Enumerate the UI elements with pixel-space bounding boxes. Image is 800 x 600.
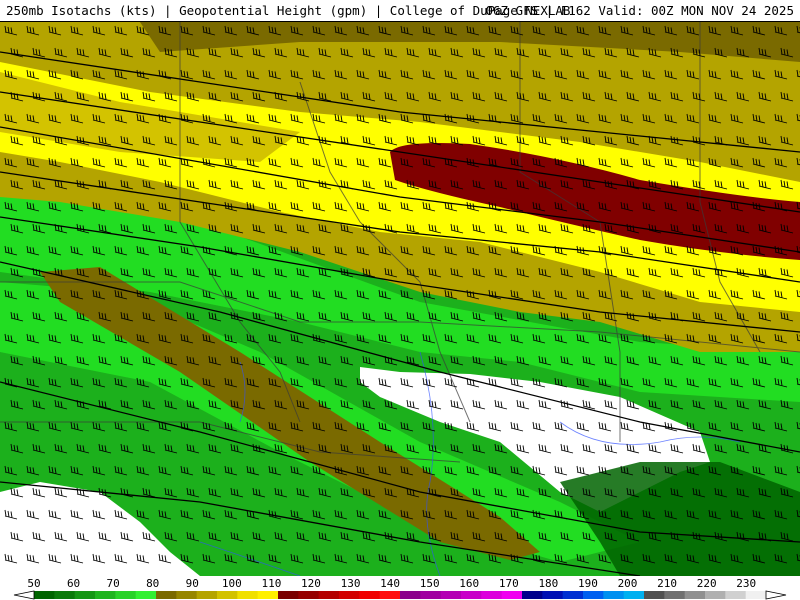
colorbar-swatch	[278, 591, 299, 599]
colorbar-swatch	[379, 591, 401, 599]
colorbar-swatch	[562, 591, 584, 599]
colorbar-label: 170	[499, 577, 519, 590]
colorbar-swatch	[318, 591, 340, 599]
colorbar-right-arrow	[765, 590, 787, 600]
colorbar-swatch	[644, 591, 665, 599]
colorbar-swatch	[298, 591, 320, 599]
colorbar-swatch	[420, 591, 442, 599]
isotach-colorbar: 50 60 70 80 90 100 110 120 130 140 150 160 170 180 190…	[0, 576, 800, 600]
colorbar-swatch	[461, 591, 482, 599]
weather-map	[0, 22, 800, 576]
colorbar-swatch	[339, 591, 360, 599]
colorbar-label: 60	[67, 577, 80, 590]
colorbar-label: 140	[380, 577, 400, 590]
colorbar-label: 120	[301, 577, 321, 590]
colorbar-swatch	[481, 591, 503, 599]
colorbar-swatch	[34, 591, 55, 599]
colorbar-swatch	[196, 591, 218, 599]
colorbar-swatch	[623, 591, 645, 599]
colorbar-swatch	[705, 591, 726, 599]
colorbar-label: 150	[420, 577, 440, 590]
colorbar-swatch	[237, 591, 259, 599]
colorbar-swatch	[400, 591, 421, 599]
colorbar-swatch	[359, 591, 381, 599]
colorbar-swatch	[156, 591, 177, 599]
colorbar-swatch	[522, 591, 543, 599]
colorbar-swatches	[34, 591, 767, 599]
colorbar-label: 110	[261, 577, 281, 590]
colorbar-label: 180	[538, 577, 558, 590]
colorbar-swatch	[583, 591, 604, 599]
map-header: 250mb Isotachs (kts) | Geopotential Heig…	[0, 0, 800, 22]
colorbar-swatch	[115, 591, 137, 599]
colorbar-label: 160	[459, 577, 479, 590]
colorbar-swatch	[501, 591, 523, 599]
colorbar-label: 210	[657, 577, 677, 590]
colorbar-label: 190	[578, 577, 598, 590]
colorbar-label: 220	[697, 577, 717, 590]
header-valid-time: 06Z GFS | F162 Valid: 00Z MON NOV 24 202…	[485, 3, 794, 18]
colorbar-swatch	[135, 591, 157, 599]
colorbar-label: 80	[146, 577, 159, 590]
colorbar-label: 90	[186, 577, 199, 590]
colorbar-swatch	[217, 591, 238, 599]
colorbar-label: 50	[27, 577, 40, 590]
colorbar-label: 100	[222, 577, 242, 590]
colorbar-swatch	[603, 591, 625, 599]
colorbar-left-arrow	[13, 590, 35, 600]
colorbar-swatch	[95, 591, 116, 599]
colorbar-swatch	[664, 591, 686, 599]
colorbar-swatch	[74, 591, 96, 599]
colorbar-swatch	[257, 591, 279, 599]
colorbar-swatch	[725, 591, 747, 599]
colorbar-swatch	[542, 591, 564, 599]
colorbar-label: 70	[107, 577, 120, 590]
colorbar-labels: 50 60 70 80 90 100 110 120 130 140 150 160 170 180 190…	[27, 577, 756, 590]
colorbar-swatch	[440, 591, 462, 599]
colorbar-label: 130	[341, 577, 361, 590]
colorbar-label: 200	[618, 577, 638, 590]
colorbar-label: 230	[736, 577, 756, 590]
colorbar-swatch	[745, 591, 767, 599]
colorbar-swatch	[176, 591, 198, 599]
colorbar-swatch	[54, 591, 76, 599]
colorbar-swatch	[684, 591, 706, 599]
